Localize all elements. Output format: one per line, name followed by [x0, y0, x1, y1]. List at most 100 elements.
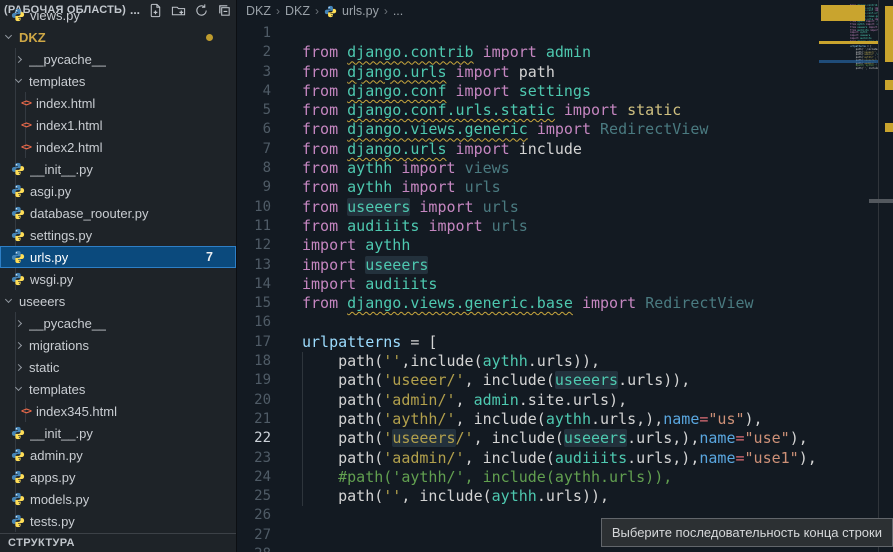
file-tree: views.pyDKZ__pycache__templates<>index.h…: [0, 4, 236, 532]
tree-item-wsgi.py[interactable]: wsgi.py: [0, 268, 236, 290]
line-number: 27: [238, 526, 271, 545]
tree-item-models.py[interactable]: models.py: [0, 488, 236, 510]
line-number: 1: [238, 24, 271, 43]
overview-ruler[interactable]: [879, 0, 893, 552]
tree-item-label: index2.html: [36, 140, 102, 155]
breadcrumb-separator-icon: ›: [276, 4, 280, 18]
code-line[interactable]: 23 path('aadmin/', include(audiiits.urls…: [238, 449, 817, 468]
tree-item-useeers[interactable]: useeers: [0, 290, 236, 312]
breadcrumb-item[interactable]: DKZ: [285, 4, 310, 18]
tree-item-label: admin.py: [30, 448, 83, 463]
python-icon: [11, 250, 25, 264]
breadcrumb-item[interactable]: urls.py: [342, 4, 379, 18]
tree-item-label: models.py: [30, 492, 89, 507]
tree-item-label: __pycache__: [29, 316, 106, 331]
code-line[interactable]: 24 #path('aythh/', include(aythh.urls)),: [238, 468, 817, 487]
line-number: 9: [238, 178, 271, 197]
python-icon: [324, 5, 337, 18]
tree-item-urls.py[interactable]: urls.py7: [0, 246, 236, 268]
line-number: 11: [238, 217, 271, 236]
chevron-down-icon[interactable]: [5, 296, 12, 303]
line-number: 13: [238, 256, 271, 275]
code-line[interactable]: 11from audiiits import urls: [238, 217, 817, 236]
code-line[interactable]: 3from django.urls import path: [238, 63, 817, 82]
line-number: 20: [238, 391, 271, 410]
line-number: 2: [238, 43, 271, 62]
minimap[interactable]: from django.contrib import adminfrom dja…: [819, 2, 879, 212]
tree-item-apps.py[interactable]: apps.py: [0, 466, 236, 488]
tree-item-label: templates: [29, 382, 85, 397]
code-line[interactable]: 10from useeers import urls: [238, 198, 817, 217]
code-line[interactable]: 21 path('aythh/', include(aythh.urls,),n…: [238, 410, 817, 429]
line-number: 4: [238, 82, 271, 101]
code-line[interactable]: 18 path('',include(aythh.urls)),: [238, 352, 817, 371]
code-line[interactable]: 17urlpatterns = [: [238, 333, 817, 352]
python-icon: [11, 448, 25, 462]
vscode-window: (РАБОЧАЯ ОБЛАСТЬ) ...: [0, 0, 893, 552]
code-line[interactable]: 22 path('useeers/', include(useeers.urls…: [238, 429, 817, 448]
code-line[interactable]: 16: [238, 313, 817, 332]
tree-item-label: __pycache__: [29, 52, 106, 67]
chevron-right-icon[interactable]: [15, 55, 22, 62]
breadcrumb-separator-icon: ›: [384, 4, 388, 18]
breadcrumb: DKZ›DKZ›urls.py›...: [238, 0, 403, 22]
tree-item-asgi.py[interactable]: asgi.py: [0, 180, 236, 202]
tree-item-views.py[interactable]: views.py: [0, 4, 236, 26]
code-line[interactable]: 19 path('useeer/', include(useeers.urls)…: [238, 371, 817, 390]
line-number: 26: [238, 506, 271, 525]
code-line[interactable]: 5from django.conf.urls.static import sta…: [238, 101, 817, 120]
tree-item-templates[interactable]: templates: [0, 70, 236, 92]
chevron-down-icon[interactable]: [15, 384, 22, 391]
tree-item-index1.html[interactable]: <>index1.html: [0, 114, 236, 136]
code-line[interactable]: 1: [238, 24, 817, 43]
tree-item-static[interactable]: static: [0, 356, 236, 378]
code-line[interactable]: 8from aythh import views: [238, 159, 817, 178]
code-line[interactable]: 20 path('admin/', admin.site.urls),: [238, 391, 817, 410]
problems-badge: 7: [206, 250, 213, 264]
tree-item-label: useeers: [19, 294, 65, 309]
tree-item-templates[interactable]: templates: [0, 378, 236, 400]
breadcrumb-item[interactable]: ...: [393, 4, 403, 18]
eol-tooltip: Выберите последовательность конца строки: [601, 518, 893, 547]
tree-item-__pycache__[interactable]: __pycache__: [0, 312, 236, 334]
tree-item-label: settings.py: [30, 228, 92, 243]
code-line[interactable]: 13import useeers: [238, 256, 817, 275]
breadcrumb-item[interactable]: DKZ: [246, 4, 271, 18]
chevron-down-icon[interactable]: [15, 76, 22, 83]
python-icon: [11, 514, 25, 528]
code-line[interactable]: 25 path('', include(aythh.urls)),: [238, 487, 817, 506]
tree-item-admin.py[interactable]: admin.py: [0, 444, 236, 466]
tree-item-DKZ[interactable]: DKZ: [0, 26, 236, 48]
tree-item-database_roouter.py[interactable]: database_roouter.py: [0, 202, 236, 224]
code-area[interactable]: 12from django.contrib import admin3from …: [238, 24, 817, 552]
code-line[interactable]: 7from django.urls import include: [238, 140, 817, 159]
tree-item-settings.py[interactable]: settings.py: [0, 224, 236, 246]
code-line[interactable]: 15from django.views.generic.base import …: [238, 294, 817, 313]
line-number: 22: [238, 429, 271, 448]
ruler-mark: [885, 6, 893, 62]
tree-item-__pycache__[interactable]: __pycache__: [0, 48, 236, 70]
outline-section-header[interactable]: СТРУКТУРА: [0, 533, 236, 552]
code-line[interactable]: 14import audiiits: [238, 275, 817, 294]
tree-item-__init__.py[interactable]: __init__.py: [0, 422, 236, 444]
tree-item-index.html[interactable]: <>index.html: [0, 92, 236, 114]
code-line[interactable]: 9from aythh import urls: [238, 178, 817, 197]
tree-item-index345.html[interactable]: <>index345.html: [0, 400, 236, 422]
chevron-right-icon[interactable]: [15, 341, 22, 348]
tree-item-label: __init__.py: [30, 426, 93, 441]
code-line[interactable]: 12import aythh: [238, 236, 817, 255]
tree-item-index2.html[interactable]: <>index2.html: [0, 136, 236, 158]
chevron-right-icon[interactable]: [15, 363, 22, 370]
code-line[interactable]: 6from django.views.generic import Redire…: [238, 120, 817, 139]
chevron-down-icon[interactable]: [5, 32, 12, 39]
chevron-right-icon[interactable]: [15, 319, 22, 326]
code-line[interactable]: 2from django.contrib import admin: [238, 43, 817, 62]
line-number: 6: [238, 120, 271, 139]
tree-item-tests.py[interactable]: tests.py: [0, 510, 236, 532]
python-icon: [11, 492, 25, 506]
line-number: 18: [238, 352, 271, 371]
modified-dot: [206, 34, 213, 41]
code-line[interactable]: 4from django.conf import settings: [238, 82, 817, 101]
tree-item-migrations[interactable]: migrations: [0, 334, 236, 356]
tree-item-__init__.py[interactable]: __init__.py: [0, 158, 236, 180]
